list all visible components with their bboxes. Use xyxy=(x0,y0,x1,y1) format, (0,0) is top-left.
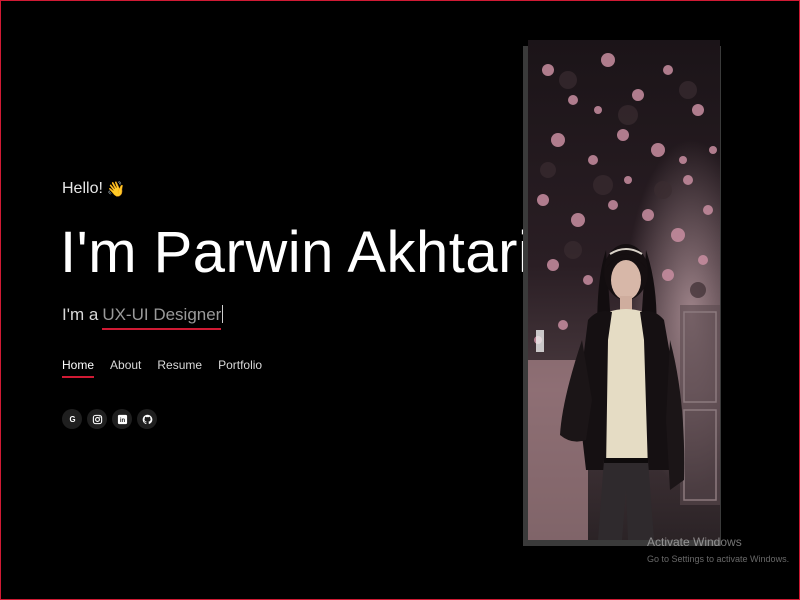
nav-about[interactable]: About xyxy=(110,358,141,378)
svg-text:G: G xyxy=(69,415,75,424)
portrait-illustration xyxy=(528,40,720,540)
linkedin-link[interactable]: in xyxy=(112,409,132,429)
hero-role: I'm a UX-UI Designer xyxy=(62,305,224,330)
social-links: G in xyxy=(62,409,157,429)
github-link[interactable] xyxy=(137,409,157,429)
activate-windows-watermark: Activate Windows Go to Settings to activ… xyxy=(647,535,789,564)
greeting: Hello! 👋 xyxy=(62,180,126,198)
greeting-text: Hello! xyxy=(62,180,103,197)
linkedin-icon: in xyxy=(117,414,127,424)
watermark-title: Activate Windows xyxy=(647,535,742,549)
nav-portfolio[interactable]: Portfolio xyxy=(218,358,262,378)
hero-name: I'm Parwin Akhtari xyxy=(60,220,532,285)
github-icon xyxy=(142,414,152,424)
google-icon: G xyxy=(69,415,75,424)
role-prefix: I'm a xyxy=(62,305,99,324)
nav-resume[interactable]: Resume xyxy=(157,358,202,378)
typing-caret xyxy=(222,305,224,323)
main-nav: Home About Resume Portfolio xyxy=(62,358,262,378)
instagram-link[interactable] xyxy=(87,409,107,429)
watermark-subtitle: Go to Settings to activate Windows. xyxy=(647,554,790,564)
waving-hand-icon: 👋 xyxy=(106,180,126,198)
nav-home[interactable]: Home xyxy=(62,358,95,378)
profile-photo xyxy=(528,40,720,540)
google-link[interactable]: G xyxy=(62,409,82,429)
svg-text:in: in xyxy=(119,418,125,424)
role-typed-text: UX-UI Designer xyxy=(102,305,222,330)
instagram-icon xyxy=(92,414,102,424)
